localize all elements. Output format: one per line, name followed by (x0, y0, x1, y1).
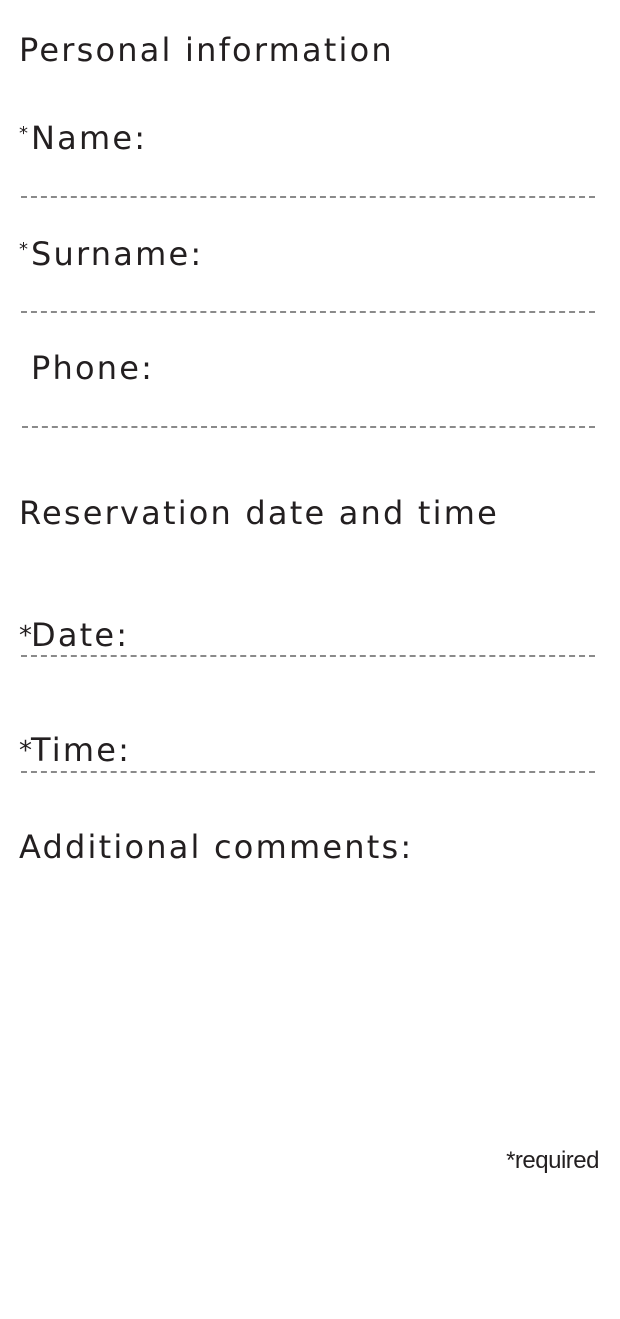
time-required-marker: * (19, 736, 32, 766)
time-underline (21, 771, 595, 773)
surname-input[interactable] (21, 279, 595, 313)
time-label-row: *Time: (19, 734, 131, 766)
personal-information-heading: Personal information (19, 31, 394, 69)
date-label-row: *Date: (19, 619, 129, 651)
date-input[interactable] (120, 622, 595, 654)
reservation-form: Personal information *Name: *Surname: *P… (0, 0, 620, 1319)
time-input[interactable] (120, 737, 595, 769)
name-label-row: *Name: (19, 122, 147, 154)
comments-textarea[interactable] (19, 885, 601, 1129)
phone-input[interactable] (22, 394, 595, 428)
surname-required-marker: * (19, 239, 28, 260)
date-required-marker: * (19, 621, 32, 651)
time-label: Time: (31, 731, 132, 769)
required-note: *required (506, 1147, 599, 1174)
name-input[interactable] (21, 164, 595, 198)
phone-label: Phone: (31, 349, 155, 387)
name-label: Name: (31, 119, 148, 157)
comments-label: Additional comments: (19, 828, 414, 866)
date-underline (21, 655, 595, 657)
surname-label-row: *Surname: (19, 238, 203, 270)
phone-label-row: *Phone: (19, 352, 154, 384)
surname-label: Surname: (31, 235, 204, 273)
name-required-marker: * (19, 123, 28, 144)
reservation-date-time-heading: Reservation date and time (19, 494, 500, 532)
date-label: Date: (31, 616, 130, 654)
